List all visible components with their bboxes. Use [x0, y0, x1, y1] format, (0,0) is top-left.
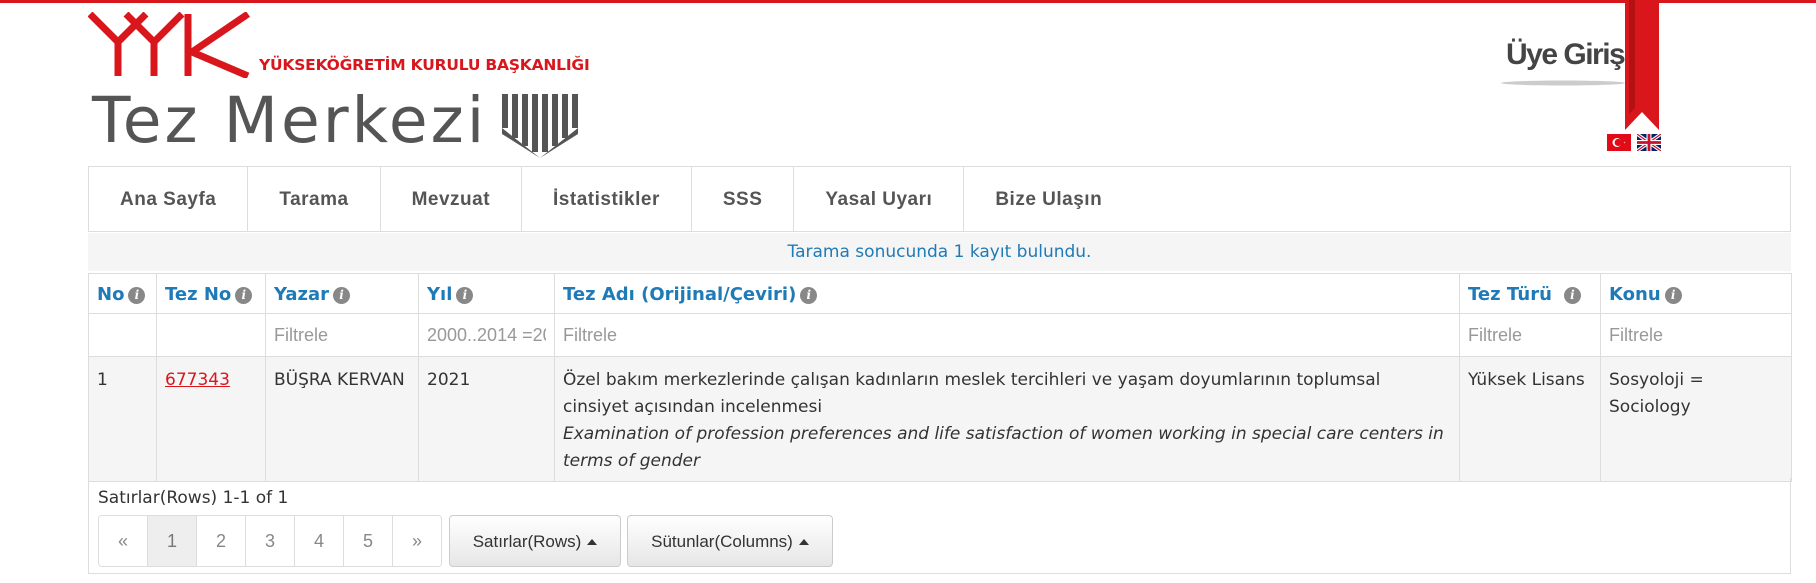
- info-icon[interactable]: i: [235, 287, 253, 304]
- site-title[interactable]: Tez Merkezi: [92, 86, 487, 156]
- yok-logo-icon[interactable]: [88, 12, 250, 78]
- pagination-page-1[interactable]: 1: [148, 516, 197, 566]
- column-header-tez-turu[interactable]: Tez Türü i: [1459, 273, 1601, 314]
- info-icon[interactable]: i: [1563, 287, 1581, 304]
- pagination-page-5[interactable]: 5: [344, 516, 393, 566]
- column-header-konu[interactable]: Konu i: [1600, 273, 1792, 314]
- nav-item-contact[interactable]: Bize Ulaşın: [964, 167, 1133, 231]
- header-row: No i Tez No i Yazar i Yıl i Tez Adı (Orijina…: [88, 273, 1792, 314]
- nav-item-legal-notice[interactable]: Yasal Uyarı: [794, 167, 965, 231]
- thesis-title-original: Özel bakım merkezlerinde çalışan kadınla…: [563, 370, 1381, 417]
- filter-cell-tez-adi: [554, 313, 1460, 357]
- results-table: No i Tez No i Yazar i Yıl i Tez Adı (Orijina…: [88, 273, 1792, 482]
- org-name: YÜKSEKÖĞRETİM KURULU BAŞKANLIĞI: [259, 56, 590, 74]
- column-header-yazar[interactable]: Yazar i: [265, 273, 419, 314]
- cell-no: 1: [88, 356, 157, 482]
- member-login-link[interactable]: Üye Girişi: [1506, 38, 1633, 72]
- caret-up-icon: [798, 539, 809, 545]
- table-footer: Satırlar(Rows) 1-1 of 1 « 1 2 3 4 5 » Sa…: [88, 478, 1791, 574]
- column-label: No: [97, 284, 125, 305]
- column-header-yil[interactable]: Yıl i: [418, 273, 555, 314]
- filter-input-yil[interactable]: [419, 314, 554, 356]
- info-icon[interactable]: i: [800, 287, 818, 304]
- main-nav: Ana Sayfa Tarama Mevzuat İstatistikler S…: [88, 166, 1791, 232]
- table-row: 1 677343 BÜŞRA KERVAN 2021 Özel bakım me…: [88, 356, 1792, 482]
- cell-tez-no: 677343: [156, 356, 266, 482]
- caret-up-icon: [587, 539, 598, 545]
- column-header-tez-no[interactable]: Tez No i: [156, 273, 266, 314]
- filter-cell-konu: [1600, 313, 1792, 357]
- ribbon-icon: [1625, 0, 1659, 130]
- cell-tez-adi: Özel bakım merkezlerinde çalışan kadınla…: [554, 356, 1460, 482]
- pagination: « 1 2 3 4 5 »: [98, 515, 442, 567]
- cell-yil: 2021: [418, 356, 555, 482]
- book-icon: [502, 94, 578, 158]
- info-icon[interactable]: i: [456, 287, 474, 304]
- cell-konu: Sosyoloji = Sociology: [1600, 356, 1792, 482]
- column-label: Tez No: [165, 284, 232, 305]
- nav-item-statistics[interactable]: İstatistikler: [522, 167, 692, 231]
- filter-cell-yazar: [265, 313, 419, 357]
- cell-tez-turu: Yüksek Lisans: [1459, 356, 1601, 482]
- nav-item-search[interactable]: Tarama: [248, 167, 381, 231]
- filter-cell-no: [88, 313, 157, 357]
- columns-toggle-button[interactable]: Sütunlar(Columns): [627, 515, 833, 567]
- rows-button-label: Satırlar(Rows): [472, 532, 582, 551]
- filter-cell-tez-turu: [1459, 313, 1601, 357]
- rows-info: Satırlar(Rows) 1-1 of 1: [98, 488, 289, 508]
- turkish-flag-icon[interactable]: [1607, 134, 1631, 151]
- result-summary: Tarama sonucunda 1 kayıt bulundu.: [88, 233, 1791, 271]
- rows-per-page-button[interactable]: Satırlar(Rows): [449, 515, 621, 567]
- filter-cell-tez-no: [156, 313, 266, 357]
- filter-input-konu[interactable]: [1601, 314, 1791, 356]
- info-icon[interactable]: i: [1664, 287, 1682, 304]
- pagination-page-2[interactable]: 2: [197, 516, 246, 566]
- column-label: Tez Türü: [1468, 284, 1552, 305]
- column-label: Yıl: [427, 284, 453, 305]
- columns-button-label: Sütunlar(Columns): [651, 532, 793, 551]
- column-label: Tez Adı (Orijinal/Çeviri): [563, 284, 797, 305]
- filter-input-tez-turu[interactable]: [1460, 314, 1600, 356]
- top-accent-bar: [0, 0, 1816, 3]
- info-icon[interactable]: i: [333, 287, 351, 304]
- nav-item-faq[interactable]: SSS: [692, 167, 795, 231]
- column-header-no[interactable]: No i: [88, 273, 157, 314]
- thesis-number-link[interactable]: 677343: [165, 370, 230, 390]
- filter-cell-yil: [418, 313, 555, 357]
- english-flag-icon[interactable]: [1637, 134, 1661, 151]
- column-label: Yazar: [274, 284, 330, 305]
- thesis-title-translation: Examination of profession preferences an…: [563, 424, 1444, 471]
- pagination-next-button[interactable]: »: [393, 516, 441, 566]
- login-underline: [1501, 80, 1625, 86]
- info-icon[interactable]: i: [128, 287, 146, 304]
- pagination-prev-button[interactable]: «: [99, 516, 148, 566]
- column-header-tez-adi[interactable]: Tez Adı (Orijinal/Çeviri) i: [554, 273, 1460, 314]
- nav-item-home[interactable]: Ana Sayfa: [89, 167, 249, 231]
- pagination-page-4[interactable]: 4: [295, 516, 344, 566]
- column-label: Konu: [1609, 284, 1661, 305]
- pagination-page-3[interactable]: 3: [246, 516, 295, 566]
- filter-input-tez-adi[interactable]: [555, 314, 1459, 356]
- filter-input-yazar[interactable]: [266, 314, 418, 356]
- cell-yazar: BÜŞRA KERVAN: [265, 356, 419, 482]
- nav-item-legislation[interactable]: Mevzuat: [381, 167, 523, 231]
- filter-row: [88, 313, 1792, 357]
